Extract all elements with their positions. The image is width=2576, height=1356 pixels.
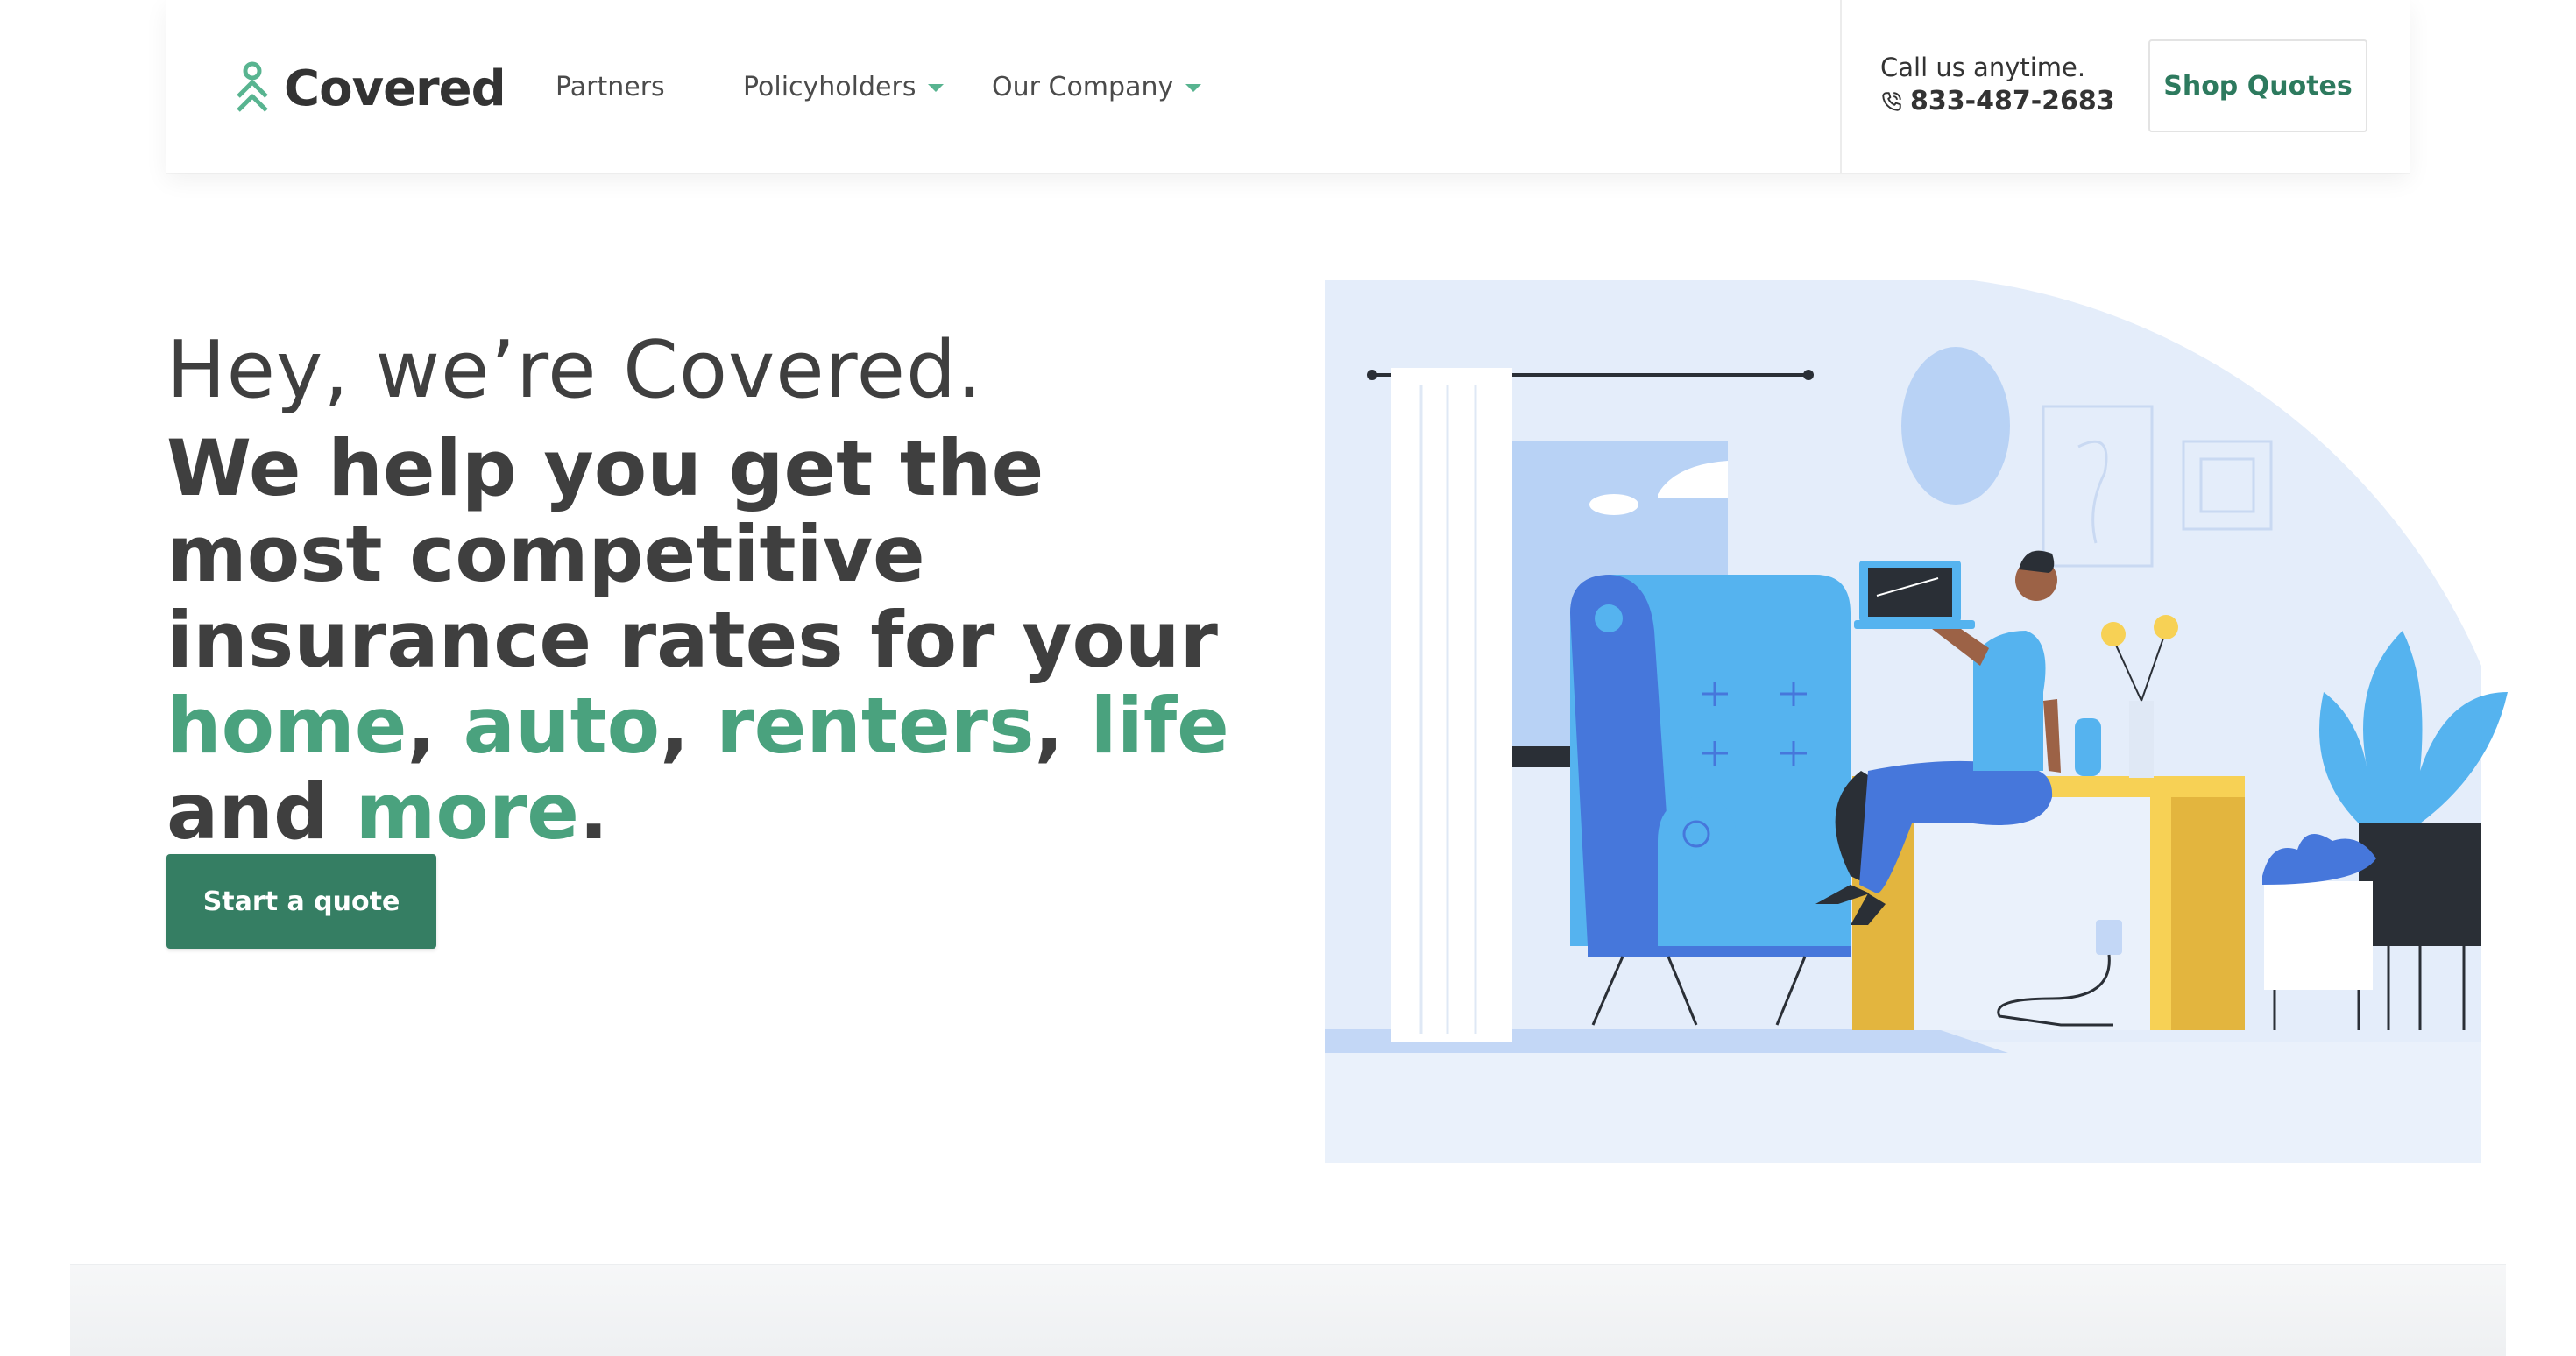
logo-text: Covered [284, 60, 506, 117]
nav-label: Partners [556, 72, 665, 102]
phone-link[interactable]: 833-487-2683 [1880, 86, 2115, 117]
hero-title-text: We help you get the most competitive ins… [166, 423, 1218, 685]
shop-quotes-button[interactable]: Shop Quotes [2148, 39, 2367, 132]
hero-title-text: and [166, 766, 356, 857]
link-home[interactable]: home [166, 681, 407, 771]
start-quote-button[interactable]: Start a quote [166, 854, 436, 949]
link-auto[interactable]: auto [464, 681, 661, 771]
separator: , [407, 681, 464, 771]
nav-partners[interactable]: Partners [556, 68, 665, 107]
site-header: Covered Partners Policyholders Our Compa… [166, 0, 2410, 173]
nav-label: Policyholders [743, 72, 916, 102]
nav-our-company[interactable]: Our Company [992, 68, 1202, 107]
logo[interactable]: Covered [233, 58, 506, 119]
phone-icon [1882, 91, 1901, 111]
header-divider [1840, 0, 1842, 173]
phone-number: 833-487-2683 [1910, 86, 2115, 117]
hero-title-text: . [578, 766, 609, 857]
hero-subtitle: Hey, we’re Covered. [166, 324, 983, 416]
link-more[interactable]: more [356, 766, 579, 857]
link-renters[interactable]: renters [716, 681, 1034, 771]
hero-title: We help you get the most competitive ins… [166, 426, 1253, 855]
separator: , [660, 681, 717, 771]
separator: , [1034, 681, 1091, 771]
chevron-down-icon [928, 83, 945, 92]
next-section-band [70, 1265, 2506, 1356]
logo-icon [237, 61, 268, 112]
chevron-down-icon [1185, 83, 1202, 92]
hero-illustration [1325, 280, 2508, 1163]
nav-label: Our Company [992, 72, 1174, 102]
nav-policyholders[interactable]: Policyholders [743, 68, 945, 107]
link-life[interactable]: life [1091, 681, 1229, 771]
call-label: Call us anytime. [1880, 53, 2086, 82]
